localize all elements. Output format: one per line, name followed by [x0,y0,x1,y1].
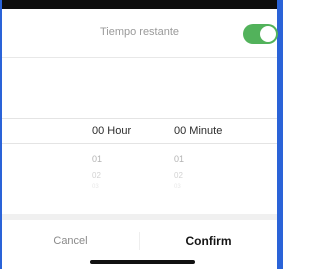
home-indicator [90,260,195,264]
hour-selected[interactable]: 00 Hour [92,125,182,137]
remaining-time-title: Tiempo restante [99,26,180,38]
remaining-time-toggle[interactable] [243,24,278,44]
frame-edge-right [277,0,283,269]
minute-option[interactable]: 01 [174,154,264,164]
cancel-button[interactable]: Cancel [2,220,139,262]
action-footer: Cancel Confirm [2,220,277,262]
picker-selection-top-line [2,118,277,119]
header-divider [2,57,277,58]
status-bar [0,0,283,9]
toggle-knob [260,26,276,42]
sheet-header: Tiempo restante [2,9,278,57]
minute-option[interactable]: 03 [174,184,264,190]
picker-selection-bottom-line [2,143,277,144]
minute-selected[interactable]: 00 Minute [174,125,264,137]
hour-option[interactable]: 03 [92,184,182,190]
hour-option[interactable]: 02 [92,171,182,180]
confirm-button[interactable]: Confirm [140,220,277,262]
time-picker[interactable]: 00 Hour 01 02 03 00 Minute 01 02 03 [2,118,277,200]
minute-option[interactable]: 02 [174,171,264,180]
hour-option[interactable]: 01 [92,154,182,164]
